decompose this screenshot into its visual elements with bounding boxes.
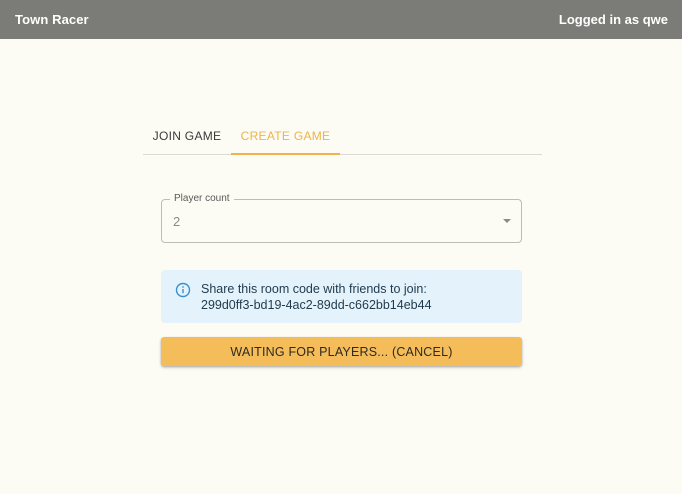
tab-join-game[interactable]: JOIN GAME bbox=[143, 118, 231, 154]
game-tabs: JOIN GAME CREATE GAME bbox=[143, 118, 542, 155]
player-count-select[interactable]: Player count 2 bbox=[161, 193, 522, 243]
alert-instruction: Share this room code with friends to joi… bbox=[201, 282, 427, 296]
app-title: Town Racer bbox=[15, 12, 89, 27]
player-count-label: Player count bbox=[170, 193, 234, 204]
dropdown-arrow-icon bbox=[503, 219, 511, 223]
app-bar: Town Racer Logged in as qwe bbox=[0, 0, 682, 39]
room-code-alert: Share this room code with friends to joi… bbox=[161, 270, 522, 323]
room-code: 299d0ff3-bd19-4ac2-89dd-c662bb14eb44 bbox=[201, 298, 432, 312]
user-status: Logged in as qwe bbox=[558, 12, 668, 27]
tab-create-game[interactable]: CREATE GAME bbox=[231, 118, 340, 155]
info-icon bbox=[175, 282, 191, 298]
cancel-waiting-button[interactable]: WAITING FOR PLAYERS... (CANCEL) bbox=[161, 337, 522, 366]
alert-message: Share this room code with friends to joi… bbox=[201, 281, 432, 313]
player-count-value: 2 bbox=[173, 214, 181, 229]
